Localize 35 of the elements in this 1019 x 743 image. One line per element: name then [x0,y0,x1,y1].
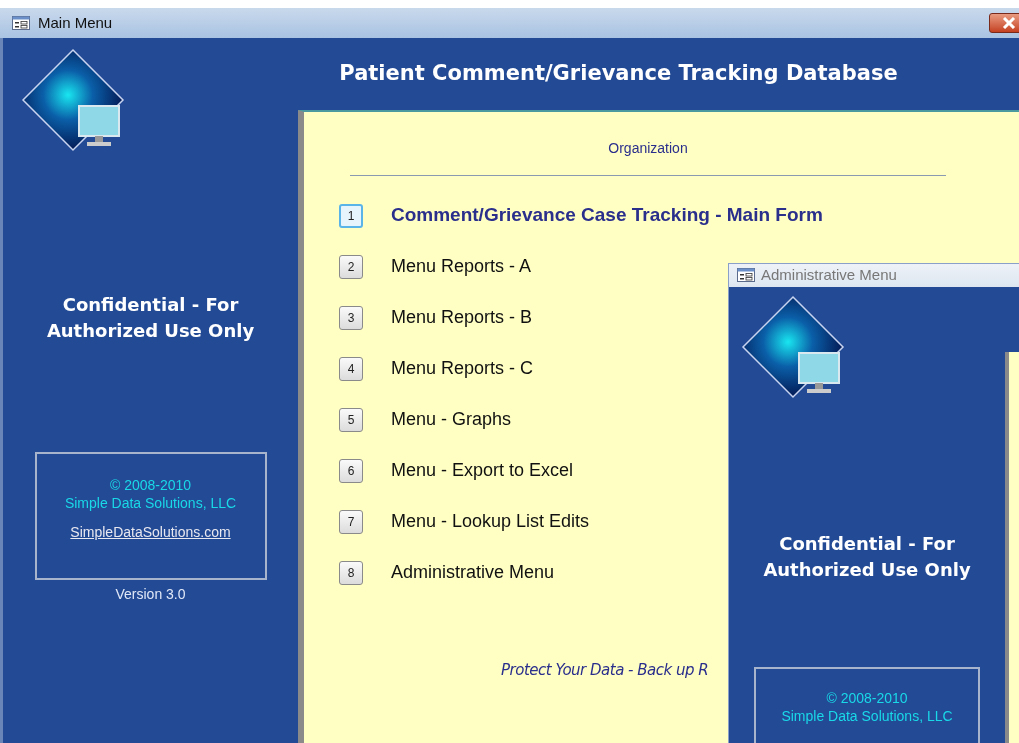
menu-item-label[interactable]: Menu Reports - C [391,355,534,382]
form-icon [737,268,755,283]
menu-number-button[interactable]: 2 [339,254,363,279]
confidential-notice: Confidential - For Authorized Use Only [762,531,972,582]
menu-number-button[interactable]: 1 [339,203,363,228]
confidential-notice: Confidential - For Authorized Use Only [45,293,256,343]
copyright-text: © 2008-2010 [109,476,192,494]
window-title: Administrative Menu [761,265,897,285]
menu-number-button[interactable]: 6 [339,458,363,483]
copyright-text: © 2008-2010 [826,688,908,707]
logo-icon [741,294,847,401]
organization-label: Organization [608,139,688,158]
company-name: Simple Data Solutions, LLC [64,494,237,512]
backup-reminder: Protect Your Data - Back up R [501,661,709,679]
menu-item-label[interactable]: Menu Reports - B [391,304,533,331]
website-link[interactable]: SimpleDataSolutions.com [70,522,231,543]
company-name: Simple Data Solutions, LLC [781,706,953,725]
menu-number-button[interactable]: 4 [339,356,363,381]
menu-number-button[interactable]: 8 [339,560,363,585]
menu-number-button[interactable]: 5 [339,407,363,432]
close-button[interactable] [989,13,1019,33]
app-header: Patient Comment/Grievance Tracking Database [339,60,898,88]
version-label: Version 3.0 [115,585,186,604]
logo-icon [21,48,127,154]
menu-item-label[interactable]: Menu - Lookup List Edits [391,508,590,535]
window-title: Main Menu [38,12,113,33]
menu-item-label[interactable]: Menu Reports - A [391,253,532,280]
menu-item-label[interactable]: Administrative Menu [391,559,555,586]
form-icon [12,16,30,30]
menu-number-button[interactable]: 3 [339,305,363,330]
menu-number-button[interactable]: 7 [339,509,363,534]
menu-item-label[interactable]: Comment/Grievance Case Tracking - Main Form [391,201,823,230]
close-icon [1002,17,1016,29]
menu-item-label[interactable]: Menu - Graphs [391,406,512,433]
menu-item-label[interactable]: Menu - Export to Excel [391,457,574,484]
